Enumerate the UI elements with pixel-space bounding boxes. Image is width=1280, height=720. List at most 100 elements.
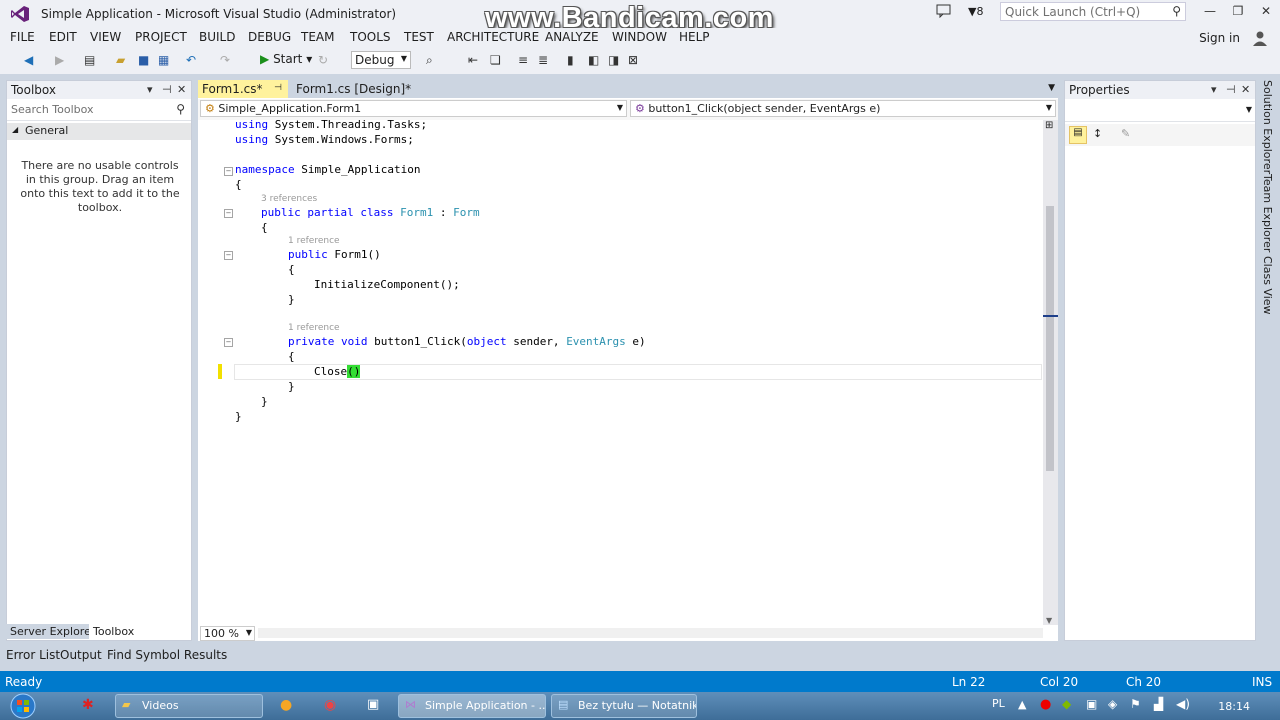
menu-analyze[interactable]: ANALYZE (545, 30, 599, 44)
menu-project[interactable]: PROJECT (135, 30, 187, 44)
collapse-icon[interactable]: − (224, 209, 233, 218)
menu-build[interactable]: BUILD (199, 30, 235, 44)
bookmark-icon[interactable]: ▮ (567, 53, 574, 69)
clear-bookmarks-icon[interactable]: ⊠ (628, 53, 638, 69)
alphabetical-icon[interactable]: ↕ (1093, 127, 1102, 140)
menu-tools[interactable]: TOOLS (350, 30, 391, 44)
chrome-icon[interactable]: ◉ (324, 697, 342, 715)
clock[interactable]: 18:14 (1218, 700, 1250, 713)
horizontal-scrollbar[interactable] (258, 628, 1043, 638)
close-icon[interactable]: ✕ (177, 83, 186, 96)
categorized-icon[interactable]: ▤ (1069, 126, 1087, 144)
feedback-icon[interactable] (936, 4, 952, 18)
notifications-flag-icon[interactable]: ▼8 (968, 5, 983, 18)
save-icon[interactable]: ■ (138, 53, 149, 69)
navigate-back-icon[interactable]: ◀ (24, 53, 33, 69)
tray-app-icon[interactable]: ◈ (1108, 697, 1117, 711)
dropdown-icon[interactable]: ▾ (147, 83, 153, 96)
network-icon[interactable]: ▟ (1154, 697, 1163, 711)
toolbox-group-general[interactable]: ◢ General (7, 123, 191, 140)
tab-server-explorer[interactable]: Server Explorer (6, 624, 100, 639)
pin-tab-icon[interactable]: ⊣ (274, 83, 282, 93)
zoom-select[interactable]: 100 % ▼ (200, 626, 255, 641)
dropdown-icon[interactable]: ▾ (1211, 83, 1217, 96)
windows-start-icon[interactable] (6, 692, 40, 720)
menu-window[interactable]: WINDOW (612, 30, 667, 44)
quick-launch-input[interactable]: Quick Launch (Ctrl+Q) ⚲ (1000, 2, 1186, 21)
windows-icon[interactable]: ❏ (490, 53, 501, 69)
account-icon[interactable] (1252, 30, 1268, 46)
collapse-icon[interactable]: − (224, 251, 233, 260)
pin-icon[interactable]: ⊣ (1226, 83, 1236, 96)
type-dropdown[interactable]: ⚙ Simple_Application.Form1 ▼ (200, 100, 627, 117)
start-debug-button[interactable]: ▶ Start ▾ (260, 52, 312, 66)
taskbar-item-videos[interactable]: ▰ Videos (115, 694, 263, 718)
menu-team[interactable]: TEAM (301, 30, 334, 44)
find-icon[interactable]: ⌕ (426, 53, 433, 69)
menu-architecture[interactable]: ARCHITECTURE (447, 30, 539, 44)
tab-toolbox[interactable]: Toolbox (89, 624, 139, 639)
tab-team-explorer[interactable]: Team Explorer (1261, 174, 1274, 252)
step-icon[interactable]: ⇤ (468, 53, 478, 69)
codelens-references[interactable]: 1 reference (288, 323, 340, 333)
open-file-icon[interactable]: ▰ (116, 53, 125, 69)
minimize-icon[interactable]: — (1200, 4, 1220, 20)
tray-app-icon[interactable]: ◆ (1062, 697, 1071, 711)
tab-form1-design[interactable]: Form1.cs [Design]* (292, 80, 422, 98)
close-icon[interactable]: ✕ (1241, 83, 1250, 96)
object-selector[interactable]: ▼ (1065, 101, 1255, 122)
collapse-icon[interactable]: − (224, 338, 233, 347)
undo-icon[interactable]: ↶ (186, 53, 196, 69)
sign-in-link[interactable]: Sign in (1199, 31, 1240, 45)
uncomment-icon[interactable]: ≣ (538, 53, 548, 69)
volume-icon[interactable]: ◀) (1176, 697, 1190, 711)
recorder-app-icon[interactable]: ✱ (82, 697, 100, 715)
language-indicator[interactable]: PL (992, 697, 1005, 710)
save-app-icon[interactable]: ▣ (367, 697, 385, 715)
next-bookmark-icon[interactable]: ◨ (608, 53, 619, 69)
tray-app-icon[interactable]: ▣ (1086, 697, 1097, 711)
codelens-references[interactable]: 3 references (261, 194, 317, 204)
solution-configuration-select[interactable]: Debug ▼ (351, 51, 411, 69)
collapse-icon[interactable]: − (224, 167, 233, 176)
property-pages-icon[interactable]: ✎ (1121, 127, 1130, 140)
vertical-scrollbar[interactable]: ⊞ ▼ (1043, 120, 1058, 625)
toolbox-search-input[interactable]: Search Toolbox ⚲ (7, 100, 191, 121)
restore-icon[interactable]: ❐ (1228, 4, 1248, 20)
tab-class-view[interactable]: Class View (1261, 256, 1274, 315)
prev-bookmark-icon[interactable]: ◧ (588, 53, 599, 69)
split-icon[interactable]: ⊞ (1045, 120, 1053, 131)
refresh-icon[interactable]: ↻ (318, 53, 328, 69)
code-area[interactable]: using System.Threading.Tasks; using Syst… (198, 118, 1043, 625)
scroll-down-icon[interactable]: ▼ (1046, 616, 1052, 625)
record-icon[interactable]: ● (1040, 697, 1051, 712)
menu-view[interactable]: VIEW (90, 30, 121, 44)
scroll-thumb[interactable] (1046, 206, 1054, 471)
new-project-icon[interactable]: ▤ (84, 53, 95, 69)
menu-test[interactable]: TEST (404, 30, 434, 44)
tab-overflow-icon[interactable]: ▼ (1048, 83, 1055, 93)
taskbar-item-visual-studio[interactable]: ⋈ Simple Application - ... (398, 694, 546, 718)
navigate-forward-icon[interactable]: ▶ (55, 53, 64, 69)
firefox-icon[interactable]: ● (280, 697, 298, 715)
action-center-icon[interactable]: ⚑ (1130, 697, 1141, 711)
left-panel-tabs: Server Explorer Toolbox (6, 623, 192, 641)
menu-file[interactable]: FILE (10, 30, 35, 44)
codelens-references[interactable]: 1 reference (288, 236, 340, 246)
tab-find-symbol-results[interactable]: Find Symbol Results (107, 648, 227, 662)
redo-icon[interactable]: ↷ (220, 53, 230, 69)
close-icon[interactable]: ✕ (1256, 4, 1276, 20)
comment-icon[interactable]: ≡ (518, 53, 528, 69)
show-hidden-icons-icon[interactable]: ▲ (1018, 698, 1026, 711)
tab-solution-explorer[interactable]: Solution Explorer (1261, 80, 1274, 174)
tab-error-list[interactable]: Error List (6, 648, 60, 662)
member-dropdown[interactable]: ⚙ button1_Click(object sender, EventArgs… (630, 100, 1056, 117)
pin-icon[interactable]: ⊣ (162, 83, 172, 96)
menu-debug[interactable]: DEBUG (248, 30, 291, 44)
taskbar-item-notepad[interactable]: ▤ Bez tytułu — Notatnik (551, 694, 697, 718)
save-all-icon[interactable]: ▦ (158, 53, 169, 69)
menu-help[interactable]: HELP (679, 30, 710, 44)
tab-form1-cs[interactable]: Form1.cs* ⊣ (198, 80, 288, 98)
tab-output[interactable]: Output (60, 648, 102, 662)
menu-edit[interactable]: EDIT (49, 30, 77, 44)
